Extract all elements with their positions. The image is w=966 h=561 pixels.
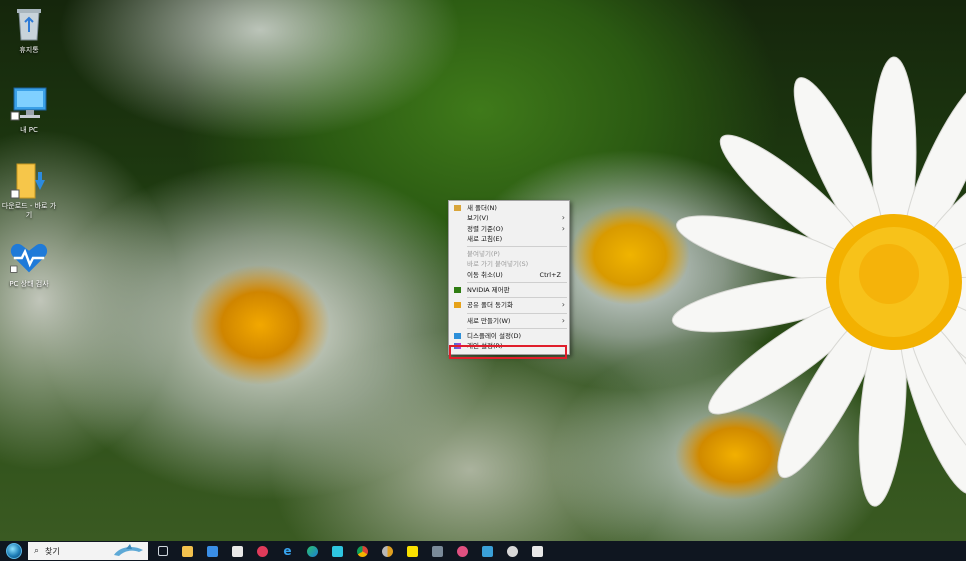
display-icon xyxy=(454,332,461,339)
taskbar-app-photos[interactable] xyxy=(225,541,250,561)
desktop-icon-label: 내 PC xyxy=(20,126,38,134)
file-explorer-icon xyxy=(182,545,193,557)
bird-app-icon xyxy=(332,545,343,557)
menu-item-undo-move[interactable]: 이동 취소(U) Ctrl+Z xyxy=(449,270,569,280)
photos-icon xyxy=(232,545,243,557)
desktop-icon-label: 휴지통 xyxy=(19,46,39,54)
menu-item-paste: 붙여넣기(P) xyxy=(467,250,500,259)
taskbar-app-chrome[interactable] xyxy=(350,541,375,561)
taskbar-app-chrome-canary[interactable] xyxy=(375,541,400,561)
menu-item-new[interactable]: 새로 만들기(W) › xyxy=(449,316,569,326)
menu-item-paste-shortcut: 바로 가기 붙여넣기(S) xyxy=(467,260,529,269)
desktop-icon-label: PC 상태 검사 xyxy=(9,280,49,288)
taskbar: ⌕ 찾기 e xyxy=(0,541,966,561)
desktop-icon-pc-health[interactable]: PC 상태 검사 xyxy=(0,238,58,289)
desktop-icon-downloads[interactable]: 다운로드 - 바로 가기 xyxy=(0,160,58,220)
chevron-right-icon: › xyxy=(561,300,565,310)
store-icon xyxy=(207,545,218,557)
task-view-button[interactable] xyxy=(150,541,175,561)
menu-item-nvidia-control-panel[interactable]: NVIDIA 제어판 xyxy=(449,285,569,295)
menu-separator xyxy=(467,297,567,299)
taskbar-app-kakaotalk[interactable] xyxy=(400,541,425,561)
menu-item-display-settings[interactable]: 디스플레이 설정(D) xyxy=(449,331,569,341)
search-icon: ⌕ xyxy=(34,546,40,556)
taskbar-app-printer[interactable] xyxy=(525,541,550,561)
highlight-annotation-box xyxy=(449,345,567,359)
menu-item-sync-folder[interactable]: 공유 폴더 동기화 › xyxy=(449,300,569,310)
chevron-right-icon: › xyxy=(561,213,565,223)
this-pc-icon xyxy=(9,84,49,124)
pc-health-check-icon xyxy=(9,238,49,278)
sync-folder-icon xyxy=(454,302,461,309)
taskbar-app-internet-explorer[interactable]: e xyxy=(275,541,300,561)
taskbar-app-media[interactable] xyxy=(450,541,475,561)
chrome-canary-icon xyxy=(382,545,393,557)
taskbar-app-bird[interactable] xyxy=(325,541,350,561)
calculator-icon xyxy=(432,545,443,557)
menu-separator xyxy=(467,282,567,284)
record-app-icon xyxy=(257,545,268,557)
taskbar-app-store[interactable] xyxy=(200,541,225,561)
menu-separator xyxy=(467,246,567,248)
kakaotalk-icon xyxy=(407,545,418,557)
desktop-icon-this-pc[interactable]: 내 PC xyxy=(0,84,58,135)
taskbar-app-network[interactable] xyxy=(475,541,500,561)
menu-item-refresh[interactable]: 새로 고침(E) xyxy=(449,234,569,244)
taskbar-search-box[interactable]: ⌕ 찾기 xyxy=(28,542,148,560)
taskbar-app-audio[interactable] xyxy=(500,541,525,561)
task-view-icon xyxy=(157,546,168,556)
start-button[interactable] xyxy=(0,541,28,561)
chrome-icon xyxy=(357,545,368,557)
downloads-folder-icon xyxy=(9,160,49,200)
desktop-context-menu: 새 폴더(N) 보기(V) › 정렬 기준(O) › 새로 고침(E) 붙여넣기… xyxy=(448,200,570,355)
desktop-icon-label: 다운로드 - 바로 가기 xyxy=(1,202,57,219)
start-orb-icon xyxy=(6,543,22,559)
printer-icon xyxy=(532,545,543,557)
chevron-right-icon: › xyxy=(561,315,565,325)
edge-icon xyxy=(307,545,318,557)
new-folder-icon xyxy=(454,205,461,211)
menu-item-sort-by[interactable]: 정렬 기준(O) › xyxy=(449,224,569,234)
taskbar-app-edge[interactable] xyxy=(300,541,325,561)
nvidia-icon xyxy=(454,287,461,294)
menu-item-shortcut: Ctrl+Z xyxy=(539,270,561,279)
taskbar-app-calculator[interactable] xyxy=(425,541,450,561)
network-app-icon xyxy=(482,545,493,557)
menu-separator xyxy=(467,312,567,314)
audio-app-icon xyxy=(507,545,518,557)
search-placeholder: 찾기 xyxy=(45,546,60,556)
internet-explorer-icon: e xyxy=(283,544,292,558)
daisy-flower-image xyxy=(671,56,966,507)
recycle-bin-icon xyxy=(9,4,49,44)
chevron-right-icon: › xyxy=(561,223,565,233)
desktop-icon-recycle-bin[interactable]: 휴지통 xyxy=(0,4,58,55)
taskbar-app-file-explorer[interactable] xyxy=(175,541,200,561)
menu-separator xyxy=(467,327,567,329)
dolphin-doodle-icon xyxy=(114,544,143,556)
media-app-icon xyxy=(457,545,468,557)
menu-item-new-folder[interactable]: 새 폴더(N) xyxy=(449,203,569,213)
menu-item-view[interactable]: 보기(V) › xyxy=(449,213,569,223)
taskbar-app-record[interactable] xyxy=(250,541,275,561)
